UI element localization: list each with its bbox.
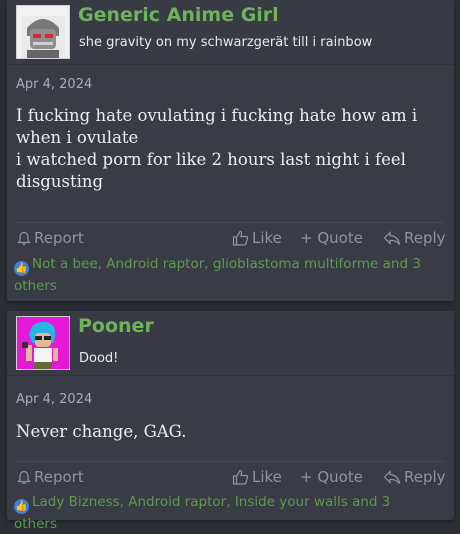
like-button[interactable]: Like — [232, 468, 282, 486]
report-label: Report — [34, 468, 84, 486]
bell-icon — [17, 231, 31, 245]
post-date[interactable]: Apr 4, 2024 — [16, 77, 92, 92]
quote-label: + Quote — [300, 229, 363, 247]
like-label: Like — [252, 468, 282, 486]
post-line: disgusting — [16, 172, 104, 191]
reactions-text: Not a bee, Android raptor, glioblastoma … — [14, 256, 421, 294]
post-header: Generic Anime Girl she gravity on my sch… — [7, 0, 454, 65]
post: Generic Anime Girl she gravity on my sch… — [7, 0, 454, 301]
like-button[interactable]: Like — [232, 229, 282, 247]
post-line: Never change, GAG. — [16, 422, 187, 441]
thumbs-up-icon — [232, 230, 249, 246]
post-content: I fucking hate ovulating i fucking hate … — [16, 105, 444, 193]
avatar[interactable] — [16, 316, 70, 370]
post-line: I fucking hate ovulating i fucking hate … — [16, 106, 418, 125]
reply-label: Reply — [404, 229, 446, 247]
like-reaction-icon: 👍 — [14, 499, 29, 514]
post-actions: Report Like + Quote Reply — [7, 229, 454, 251]
report-button[interactable]: Report — [17, 229, 84, 247]
like-reaction-icon: 👍 — [14, 261, 29, 276]
like-label: Like — [252, 229, 282, 247]
reply-icon — [383, 230, 401, 245]
username[interactable]: Generic Anime Girl — [78, 4, 279, 26]
report-label: Report — [34, 229, 84, 247]
report-button[interactable]: Report — [17, 468, 84, 486]
reply-button[interactable]: Reply — [383, 468, 446, 486]
thumbs-up-icon — [232, 469, 249, 485]
reactions-bar[interactable]: 👍 Lady Bizness, Android raptor, Inside yo… — [14, 492, 434, 534]
divider — [16, 461, 445, 462]
quote-button[interactable]: + Quote — [300, 468, 363, 486]
reply-button[interactable]: Reply — [383, 229, 446, 247]
bell-icon — [17, 470, 31, 484]
post-line: when i ovulate — [16, 128, 139, 147]
user-title: Dood! — [79, 351, 119, 366]
user-title: she gravity on my schwarzgerät till i ra… — [79, 35, 373, 50]
avatar[interactable] — [16, 5, 70, 59]
reply-icon — [383, 469, 401, 484]
post: Pooner Dood! Apr 4, 2024 Never change, G… — [7, 311, 454, 532]
post-line: i watched porn for like 2 hours last nig… — [16, 150, 406, 169]
post-header: Pooner Dood! — [7, 311, 454, 376]
reactions-bar[interactable]: 👍 Not a bee, Android raptor, glioblastoma… — [14, 254, 434, 296]
reactions-text: Lady Bizness, Android raptor, Inside you… — [14, 494, 391, 532]
reply-label: Reply — [404, 468, 446, 486]
post-content: Never change, GAG. — [16, 421, 444, 443]
quote-label: + Quote — [300, 468, 363, 486]
quote-button[interactable]: + Quote — [300, 229, 363, 247]
username[interactable]: Pooner — [78, 315, 154, 337]
post-date[interactable]: Apr 4, 2024 — [16, 392, 92, 407]
post-actions: Report Like + Quote Reply — [7, 468, 454, 490]
divider — [16, 222, 445, 223]
